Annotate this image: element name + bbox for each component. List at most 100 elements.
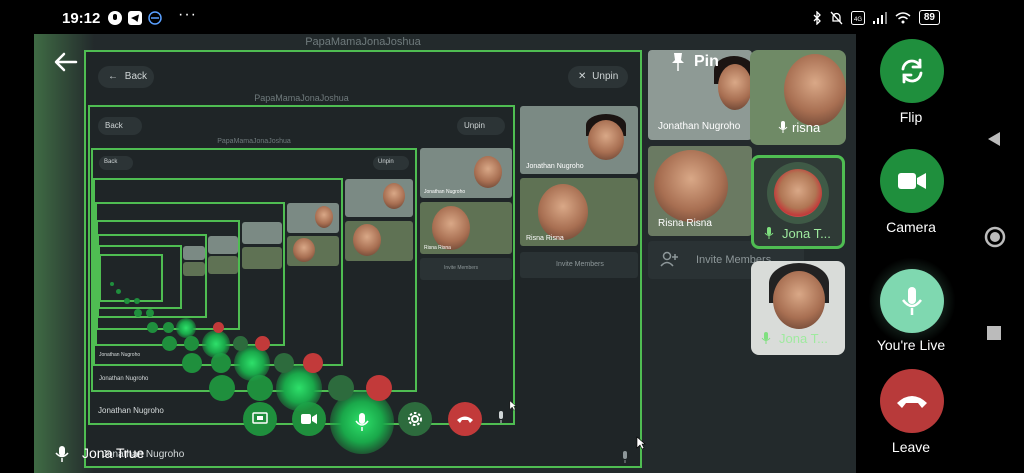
nested-invite-2: Invite Members <box>520 252 638 278</box>
participant-name: Jonathan Nugroho <box>658 121 741 132</box>
mic-indicator-icon <box>108 11 122 25</box>
mic-live-button[interactable] <box>880 269 944 333</box>
more-notifications-icon: ··· <box>178 6 197 23</box>
face <box>784 54 846 126</box>
nested-row8 <box>116 289 121 294</box>
nested-leave-button <box>448 402 482 436</box>
floating-tile-label: Jona T... <box>779 331 828 346</box>
nested-row3-screen <box>182 353 202 373</box>
nested-row4-screen <box>162 336 177 351</box>
wifi-icon <box>895 11 911 23</box>
vpn-icon <box>148 11 162 25</box>
mic-icon <box>761 332 771 344</box>
cursor-icon <box>509 400 517 411</box>
back-button[interactable]: ← Back <box>98 66 154 88</box>
mic-icon <box>764 227 774 239</box>
nested-thumb-7b <box>208 256 238 274</box>
nested-thumb-8a <box>183 246 205 260</box>
nested-thumb-5a <box>287 203 339 233</box>
unpin-button[interactable]: ✕ Unpin <box>568 66 628 88</box>
nested-thumb-5b <box>287 236 339 266</box>
self-mic-icon <box>55 446 69 462</box>
nested-name-4: Jonathan Nugroho <box>99 352 141 358</box>
unpin-label: Unpin <box>592 71 619 82</box>
face <box>588 120 624 160</box>
leave-call-button[interactable] <box>880 369 944 433</box>
nested-thumb-7a <box>208 236 238 254</box>
nested-name-3: Jonathan Nugroho <box>99 376 149 382</box>
camera-icon <box>898 173 926 189</box>
nested-thumb-label: Jonathan Nugroho <box>424 189 466 195</box>
nested-thumb-6a <box>242 222 282 244</box>
floating-tile-risna[interactable]: risna <box>750 50 846 145</box>
nested-row3-leave <box>303 353 323 373</box>
nested-back-3: Back <box>99 156 133 170</box>
floating-tile-jona-selected[interactable]: Jona T... <box>751 155 845 249</box>
nested-thumb-4a <box>345 179 413 217</box>
pin-label: Pin <box>694 53 719 70</box>
signal-icon <box>872 11 887 24</box>
cursor-icon <box>636 436 646 450</box>
flip-camera-button[interactable] <box>880 39 944 103</box>
nested-unpin-3: Unpin <box>373 156 409 170</box>
add-user-icon <box>660 251 678 267</box>
nested-row5-leave <box>213 322 224 333</box>
nested-invite-3: Invite Members <box>420 258 512 280</box>
floating-tile-jona-video[interactable]: Jona T... <box>751 261 845 355</box>
nested-unpin-2: Unpin <box>457 117 505 135</box>
face <box>538 184 588 240</box>
face <box>474 156 502 188</box>
nav-home-icon[interactable] <box>984 226 1006 248</box>
live-label: You're Live <box>876 337 946 353</box>
nested-back-2: Back <box>98 117 142 135</box>
nested-screen-button <box>243 402 277 436</box>
participant-tile-risna[interactable]: Risna Risna <box>648 146 752 236</box>
status-bar: 19:12 ··· 4G 89 <box>0 0 1024 34</box>
nested-row4-settings <box>233 336 248 351</box>
hangup-icon <box>457 416 473 423</box>
face <box>293 238 315 262</box>
nested-name-2: Jonathan Nugroho <box>98 406 164 415</box>
nested-row9 <box>110 282 114 286</box>
nested-thumb-label: Risna Risna <box>424 245 451 251</box>
mute-bell-icon <box>830 11 843 24</box>
nav-back-icon[interactable] <box>987 131 1001 147</box>
nested-title-3: PapaMamaJonaJoshua <box>217 138 291 145</box>
hangup-icon <box>897 396 927 408</box>
leave-label: Leave <box>891 439 931 455</box>
nested-row4-camera <box>184 336 199 351</box>
nested-invite-label: Invite Members <box>556 261 604 268</box>
gear-icon <box>408 412 422 426</box>
face <box>773 271 825 329</box>
floating-tile-label: Jona T... <box>782 226 831 241</box>
screen-icon <box>252 412 268 424</box>
bluetooth-icon <box>813 10 821 25</box>
shared-window-title: PapaMamaJonaJoshua <box>305 36 421 48</box>
nested-row4-leave <box>255 336 270 351</box>
nested-thumb-jonathan-2: Jonathan Nugroho <box>520 106 638 174</box>
notification-icons <box>108 11 162 25</box>
mic-icon <box>355 413 369 431</box>
status-time: 19:12 <box>62 10 101 27</box>
avatar <box>774 169 822 217</box>
nested-row6 <box>134 309 142 317</box>
nav-recents-icon[interactable] <box>987 326 1001 340</box>
nested-row5-screen <box>147 322 158 333</box>
nested-back-label-3: Back <box>104 159 118 165</box>
face <box>353 224 381 256</box>
back-arrow-small-icon: ← <box>108 71 118 82</box>
nested-thumb-risna-3: Risna Risna <box>420 202 512 254</box>
camera-toggle-button[interactable] <box>880 149 944 213</box>
nested-row4-mic <box>202 330 230 358</box>
back-arrow-icon[interactable] <box>52 48 80 76</box>
mic-icon <box>778 121 788 133</box>
svg-text:4G: 4G <box>854 17 862 23</box>
self-name-label: Jona True <box>82 445 145 461</box>
nested-row2-screen <box>209 375 235 401</box>
nested-row2-leave <box>366 375 392 401</box>
pin-button[interactable]: Pin <box>670 52 719 72</box>
nested-thumb-8b <box>183 262 205 276</box>
nested-row7 <box>124 298 130 304</box>
nested-title-2: PapaMamaJonaJoshua <box>254 93 349 103</box>
nested-row7b <box>134 298 140 304</box>
